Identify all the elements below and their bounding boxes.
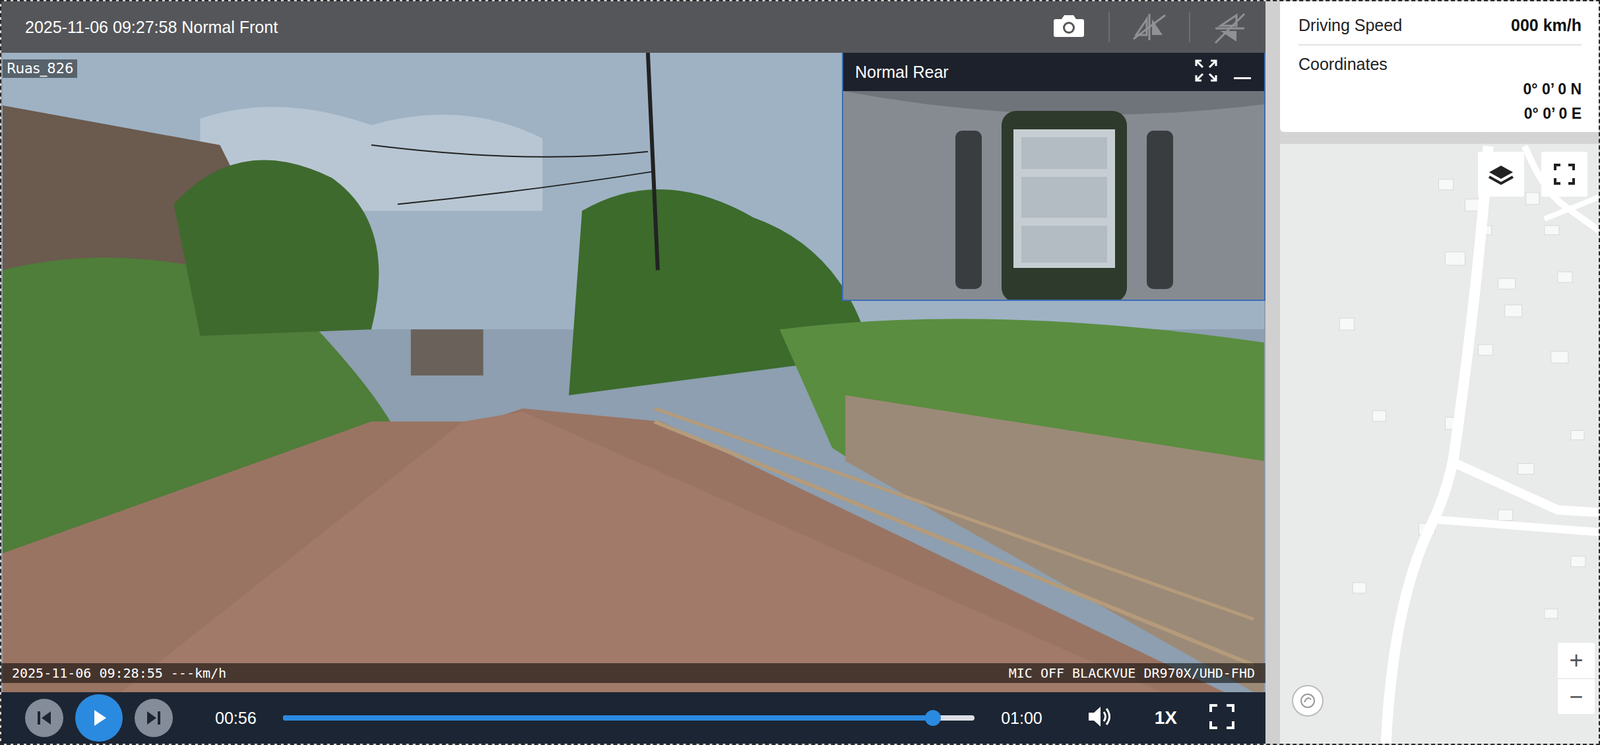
- playback-controls: 00:56 01:00 1X: [1, 692, 1266, 744]
- mirror-icon: [1130, 9, 1168, 45]
- toolbar-divider: [1188, 11, 1191, 43]
- rear-camera-header: Normal Rear: [843, 52, 1265, 92]
- road-segment-label: Ruas_826: [2, 59, 78, 78]
- toolbar-divider: [1108, 11, 1110, 43]
- expand-button[interactable]: [1194, 58, 1218, 86]
- previous-icon: [33, 707, 55, 729]
- map-attribution-button[interactable]: [1291, 684, 1324, 717]
- latitude: 0° 0’ 0 N: [1298, 80, 1582, 99]
- flip-button: [1210, 8, 1250, 46]
- next-button[interactable]: [134, 698, 173, 737]
- speed-value: 000 km/h: [1510, 15, 1582, 35]
- osd-device-info: MIC OFF BLACKVUE DR970X/UHD-FHD: [1008, 665, 1255, 681]
- osd-timestamp: 2025-11-06 09:28:55 ---km/h: [11, 665, 227, 681]
- playback-speed[interactable]: 1X: [1134, 707, 1197, 729]
- player-title-bar: 2025-11-06 09:27:58 Normal Front: [1, 1, 1266, 53]
- map-logo-icon: [1298, 691, 1317, 710]
- camera-icon: [1050, 9, 1088, 45]
- zoom-controls: +−: [1557, 642, 1595, 714]
- progress-thumb[interactable]: [925, 709, 941, 726]
- layers-button[interactable]: [1477, 151, 1525, 197]
- panel-divider: [1265, 1, 1280, 744]
- info-panel: Driving Speed 000 km/h Coordinates 0° 0’ 0 …: [1280, 1, 1599, 744]
- rear-camera-window[interactable]: Normal Rear: [841, 52, 1266, 301]
- play-button[interactable]: [75, 694, 123, 742]
- front-video: Ruas_826 2025-11-06 09:28:55 ---km/h MIC O…: [1, 52, 1266, 693]
- zoom-out-button[interactable]: −: [1557, 678, 1595, 714]
- fullscreen-button[interactable]: [1208, 703, 1246, 733]
- map-fullscreen-button[interactable]: [1541, 151, 1588, 197]
- minimize-icon: [1232, 58, 1253, 83]
- speed-row: Driving Speed 000 km/h: [1298, 10, 1582, 46]
- progress-track[interactable]: [283, 715, 976, 721]
- map-view[interactable]: +−: [1280, 143, 1599, 744]
- speed-label: Driving Speed: [1298, 15, 1403, 35]
- video-osd-strip: 2025-11-06 09:28:55 ---km/h MIC OFF BLACK…: [1, 663, 1266, 683]
- next-icon: [143, 707, 165, 729]
- camera-button[interactable]: [1049, 8, 1089, 46]
- expand-icon: [1194, 58, 1218, 83]
- vehicle-info-card: Driving Speed 000 km/h Coordinates 0° 0’ 0 …: [1280, 1, 1599, 132]
- longitude: 0° 0’ 0 E: [1298, 104, 1582, 123]
- previous-button[interactable]: [25, 698, 64, 737]
- minimize-button[interactable]: [1232, 58, 1253, 86]
- coordinates-section: Coordinates 0° 0’ 0 N 0° 0’ 0 E: [1298, 45, 1582, 123]
- zoom-in-button[interactable]: +: [1557, 642, 1595, 679]
- layers-icon: [1487, 162, 1515, 186]
- volume-button[interactable]: [1059, 703, 1123, 733]
- current-time: 00:56: [209, 708, 262, 728]
- progress-fill: [283, 715, 934, 721]
- fullscreen-icon: [1208, 703, 1236, 730]
- video-player: 2025-11-06 09:27:58 Normal Front Ruas_826…: [1, 1, 1266, 744]
- player-title: 2025-11-06 09:27:58 Normal Front: [25, 17, 1030, 37]
- app-window: 2025-11-06 09:27:58 Normal Front Ruas_826…: [0, 0, 1600, 745]
- rear-video: [843, 91, 1265, 300]
- flip-icon: [1211, 9, 1249, 45]
- rear-camera-image: [843, 91, 1265, 300]
- rear-camera-title: Normal Rear: [855, 62, 1180, 82]
- fullscreen-icon: [1553, 162, 1576, 186]
- map-roads: [1280, 143, 1599, 744]
- volume-icon: [1086, 703, 1114, 730]
- coordinates-label: Coordinates: [1298, 54, 1582, 74]
- mirror-button: [1129, 8, 1170, 46]
- play-icon: [87, 706, 111, 730]
- duration: 01:00: [995, 708, 1048, 728]
